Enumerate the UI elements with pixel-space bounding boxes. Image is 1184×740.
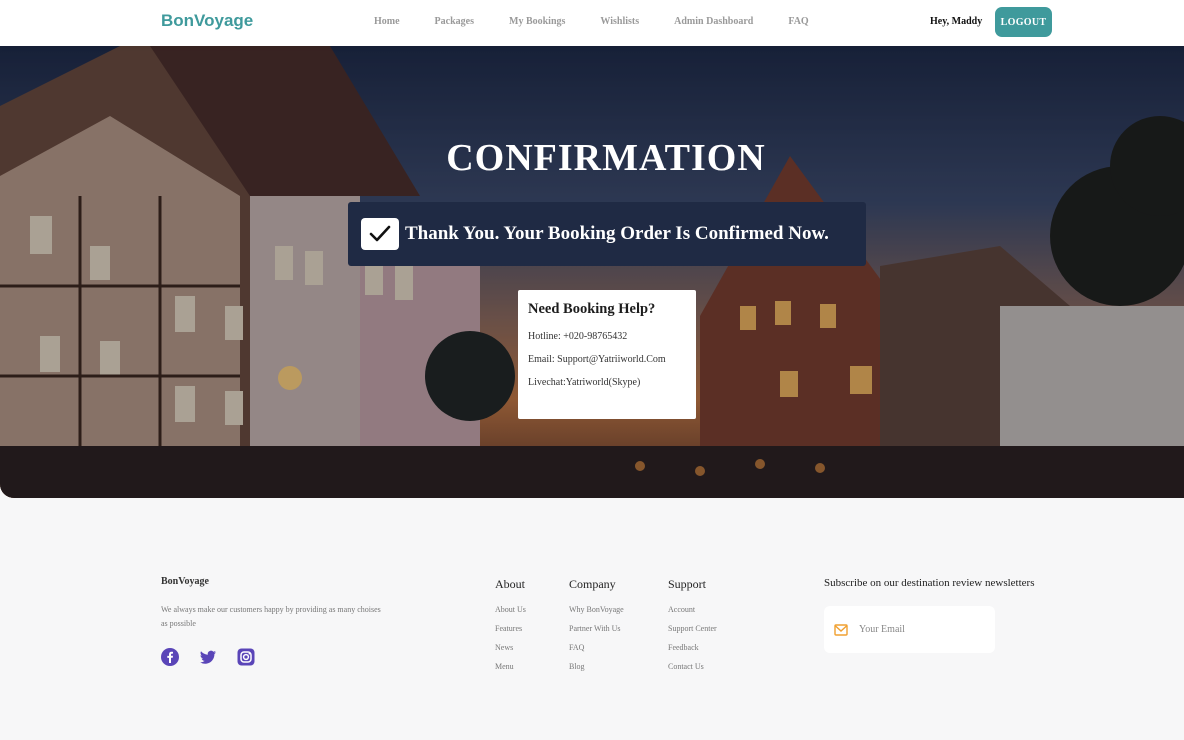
footer-brand: BonVoyage: [161, 576, 209, 587]
logout-button[interactable]: LOGOUT: [995, 7, 1052, 37]
footer-link-feedback[interactable]: Feedback: [668, 643, 717, 652]
footer-link-news[interactable]: News: [495, 643, 526, 652]
footer-link-blog[interactable]: Blog: [569, 662, 624, 671]
footer: BonVoyage We always make our customers h…: [0, 498, 1184, 740]
nav-link-home[interactable]: Home: [374, 16, 400, 27]
help-email[interactable]: Email: Support@Yatriiworld.Com: [528, 354, 686, 365]
footer-column-title: Company: [569, 577, 616, 591]
footer-column-company: Company Why BonVoyage Partner With Us FA…: [569, 577, 624, 681]
confirmation-message: Thank You. Your Booking Order Is Confirm…: [405, 223, 829, 244]
facebook-icon[interactable]: [161, 648, 179, 666]
twitter-icon[interactable]: [199, 648, 217, 666]
footer-link-about-us[interactable]: About Us: [495, 605, 526, 614]
nav-links: Home Packages My Bookings Wishlists Admi…: [374, 16, 844, 27]
footer-column-support: Support Account Support Center Feedback …: [668, 577, 717, 681]
instagram-icon[interactable]: [237, 648, 255, 666]
page-title: CONFIRMATION: [446, 137, 766, 179]
footer-column-title: Support: [668, 577, 707, 591]
footer-link-features[interactable]: Features: [495, 624, 526, 633]
nav-link-faq[interactable]: FAQ: [788, 16, 808, 27]
social-links: [161, 648, 255, 666]
help-title: Need Booking Help?: [528, 301, 656, 317]
nav-link-wishlists[interactable]: Wishlists: [600, 16, 639, 27]
nav-link-admin-dashboard[interactable]: Admin Dashboard: [674, 16, 753, 27]
footer-column-title: About: [495, 577, 525, 591]
newsletter-email-box: [824, 606, 995, 653]
user-greeting: Hey, Maddy: [930, 16, 983, 27]
nav-link-packages[interactable]: Packages: [435, 16, 474, 27]
footer-column-about: About About Us Features News Menu: [495, 577, 526, 681]
newsletter-title: Subscribe on our destination review news…: [824, 577, 1035, 589]
help-livechat[interactable]: Livechat:Yatriworld(Skype): [528, 377, 686, 388]
navbar: BonVoyage Home Packages My Bookings Wish…: [0, 0, 1184, 46]
nav-link-my-bookings[interactable]: My Bookings: [509, 16, 565, 27]
footer-link-menu[interactable]: Menu: [495, 662, 526, 671]
footer-description: We always make our customers happy by pr…: [161, 605, 381, 628]
footer-link-why-bonvoyage[interactable]: Why BonVoyage: [569, 605, 624, 614]
checkmark-icon: [361, 218, 399, 250]
footer-link-account[interactable]: Account: [668, 605, 717, 614]
brand-logo[interactable]: BonVoyage: [161, 11, 253, 31]
mail-icon: [834, 623, 848, 636]
footer-link-partner[interactable]: Partner With Us: [569, 624, 624, 633]
booking-help-card: Need Booking Help? Hotline: +020-9876543…: [518, 290, 696, 419]
newsletter-email-input[interactable]: [859, 624, 979, 635]
footer-link-contact-us[interactable]: Contact Us: [668, 662, 717, 671]
help-hotline: Hotline: +020-98765432: [528, 331, 628, 342]
hero-banner: CONFIRMATION Thank You. Your Booking Ord…: [0, 46, 1184, 498]
footer-link-faq[interactable]: FAQ: [569, 643, 624, 652]
footer-link-support-center[interactable]: Support Center: [668, 624, 717, 633]
confirmation-banner: Thank You. Your Booking Order Is Confirm…: [348, 202, 866, 266]
